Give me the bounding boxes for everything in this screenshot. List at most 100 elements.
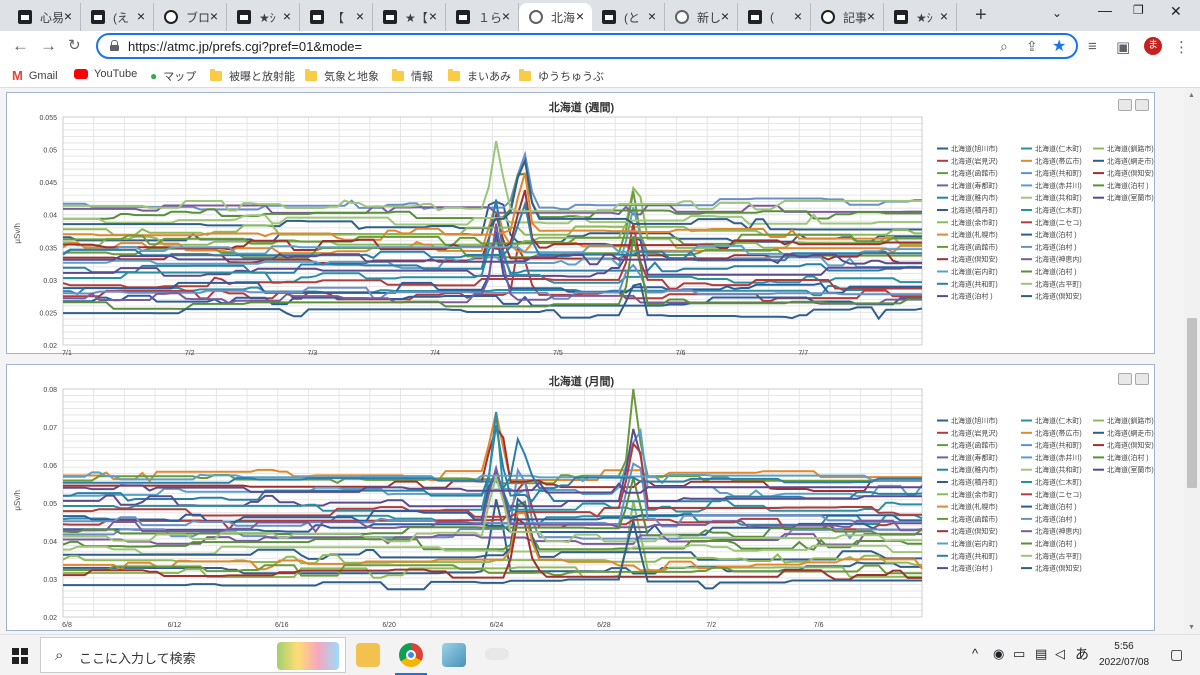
site-icon (894, 10, 908, 24)
zoom-icon[interactable]: ⌕ (1000, 38, 1008, 55)
reload-button[interactable]: ↻ (68, 36, 81, 54)
tab-close-icon[interactable]: × (64, 9, 72, 23)
site-icon (748, 10, 762, 24)
lock-icon[interactable] (110, 40, 119, 51)
url-text[interactable]: https://atmc.jp/prefs.cgi?pref=01&mode= (128, 39, 362, 54)
bookmark-7[interactable]: ゆうちゅうぶ (519, 68, 604, 84)
tab-4[interactable]: 【× (300, 3, 373, 31)
weekly-chart-panel: 北海道 (週間) μSv/h 0.055 0.05 0.045 0.04 0.035 0.… (6, 92, 1155, 355)
monthly-chart: 0.08 0.07 0.06 0.05 0.04 0.03 0.02 6/8 6/12 6/16 6… (43, 387, 1153, 629)
notification-icon[interactable]: ▢ (1170, 646, 1183, 663)
bookmark-6[interactable]: まいあみ (448, 68, 511, 84)
tab-9[interactable]: 新し × (665, 3, 738, 31)
folder-icon (210, 69, 222, 81)
tab-close-icon[interactable]: × (283, 9, 291, 23)
tab-10[interactable]: (× (738, 3, 811, 31)
share-icon[interactable]: ⇪ (1026, 38, 1038, 55)
tab-label: ( (770, 10, 774, 24)
weekly-xtick: 7/1 (62, 350, 72, 355)
tab-1[interactable]: (え × (81, 3, 154, 31)
monthly-legend-item: 北海道(赤井川) (1035, 453, 1082, 462)
meet-icon[interactable]: ◉ (993, 646, 1004, 662)
new-tab-button[interactable]: + (975, 4, 987, 27)
minimize-button[interactable]: — (1098, 2, 1112, 18)
tab-close-icon[interactable]: × (137, 9, 145, 23)
tab-11[interactable]: 記事 × (811, 3, 884, 31)
menu-icon[interactable]: ⋮ (1174, 38, 1189, 56)
weekly-legend-item: 北海道(岩見沢) (951, 156, 998, 165)
network-icon[interactable]: ▤ (1035, 646, 1047, 662)
bookmark-5[interactable]: 情報 (392, 68, 433, 84)
tab-close-icon[interactable]: × (721, 9, 729, 23)
page-scrollbar[interactable]: ▲ ▼ (1184, 88, 1200, 634)
weekly-legend-item: 北海道(泊村 ) (1035, 230, 1077, 239)
site-icon (18, 10, 32, 24)
monthly-legend-item: 北海道(岩内町) (951, 539, 998, 548)
side-panel-icon[interactable]: ▣ (1116, 38, 1130, 56)
bookmark-4[interactable]: 気象と地象 (305, 68, 379, 84)
tab-label: 北海 (551, 10, 576, 25)
app-icon[interactable] (442, 643, 466, 667)
file-explorer-icon[interactable] (356, 643, 380, 667)
weekly-legend-item: 北海道(泊村 ) (1035, 267, 1077, 276)
tab-7[interactable]: 北海 × (519, 3, 592, 31)
site-icon (383, 10, 397, 24)
tab-8[interactable]: (と × (592, 3, 665, 31)
tab-close-icon[interactable]: × (210, 9, 218, 23)
tab-12[interactable]: ★ｼ × (884, 3, 957, 31)
monthly-legend-item: 北海道(余市町) (951, 490, 998, 499)
tab-close-icon[interactable]: × (502, 9, 510, 23)
tab-close-icon[interactable]: × (356, 9, 364, 23)
bookmark-label: 情報 (411, 71, 433, 83)
tab-5[interactable]: ★【 × (373, 3, 446, 31)
windows-start-icon[interactable] (12, 648, 28, 664)
tab-close-icon[interactable]: × (940, 9, 948, 23)
monthly-legend-item: 北海道(泊村 ) (1035, 514, 1077, 523)
monthly-ytick: 0.07 (43, 425, 57, 432)
tray-chevron-icon[interactable]: ^ (972, 646, 978, 661)
scrollbar-thumb[interactable] (1187, 318, 1197, 488)
bookmark-3[interactable]: 被曝と放射能 (210, 68, 295, 84)
volume-icon[interactable]: ◁ (1055, 646, 1065, 662)
address-bar[interactable]: https://atmc.jp/prefs.cgi?pref=01&mode= … (96, 33, 1078, 59)
weekly-legend-item: 北海道(泊村 ) (1107, 181, 1149, 190)
info-icon (821, 10, 835, 24)
monthly-legend-item: 北海道(ニセコ) (1035, 490, 1082, 499)
profile-avatar[interactable]: ま (1144, 37, 1162, 55)
taskbar-clock[interactable]: 5:56 2022/07/08 (1094, 639, 1154, 671)
weekly-legend-item: 北海道(函館市) (951, 242, 998, 251)
tab-search-icon[interactable]: ⌄ (1052, 6, 1062, 20)
bookmark-2[interactable]: ● マップ (150, 68, 196, 84)
gmail-icon: M (12, 68, 23, 83)
tab-0[interactable]: 心易 × (8, 3, 81, 31)
monthly-legend-item: 北海道(旭川市) (951, 416, 998, 425)
weekly-legend-item: 北海道(赤井川) (1035, 181, 1082, 190)
tab-close-icon[interactable]: × (576, 9, 584, 23)
tab-close-icon[interactable]: × (429, 9, 437, 23)
ime-indicator[interactable]: あ (1075, 644, 1089, 664)
chrome-icon[interactable] (399, 643, 423, 667)
weekly-legend-item: 北海道(泊村 ) (951, 292, 993, 301)
tab-close-icon[interactable]: × (867, 9, 875, 23)
taskbar-search-box[interactable]: ⌕ ここに入力して検索 (40, 637, 346, 673)
tab-3[interactable]: ★ｼ × (227, 3, 300, 31)
monthly-xtick: 6/24 (490, 622, 504, 629)
site-icon (237, 10, 251, 24)
pen-app-icon[interactable] (485, 648, 509, 660)
back-button[interactable]: ← (12, 36, 29, 56)
tab-close-icon[interactable]: × (794, 9, 802, 23)
site-icon (456, 10, 470, 24)
bookmark-0[interactable]: M Gmail (12, 68, 58, 83)
weekly-legend-item: 北海道(共和町) (1035, 193, 1082, 202)
close-window-button[interactable]: ✕ (1170, 3, 1182, 20)
tab-6[interactable]: １ら × (446, 3, 519, 31)
bookmark-star-icon[interactable]: ★ (1052, 36, 1066, 56)
bookmark-1[interactable]: YouTube (74, 68, 137, 80)
restore-button[interactable]: ❐ (1133, 3, 1144, 17)
tab-2[interactable]: ブロ × (154, 3, 227, 31)
reading-list-icon[interactable]: ≡ (1088, 38, 1097, 55)
battery-icon[interactable]: ▭ (1013, 646, 1025, 662)
forward-button[interactable]: → (40, 36, 57, 56)
tab-close-icon[interactable]: × (648, 9, 656, 23)
weekly-legend-item: 北海道(神恵内) (1035, 255, 1082, 264)
